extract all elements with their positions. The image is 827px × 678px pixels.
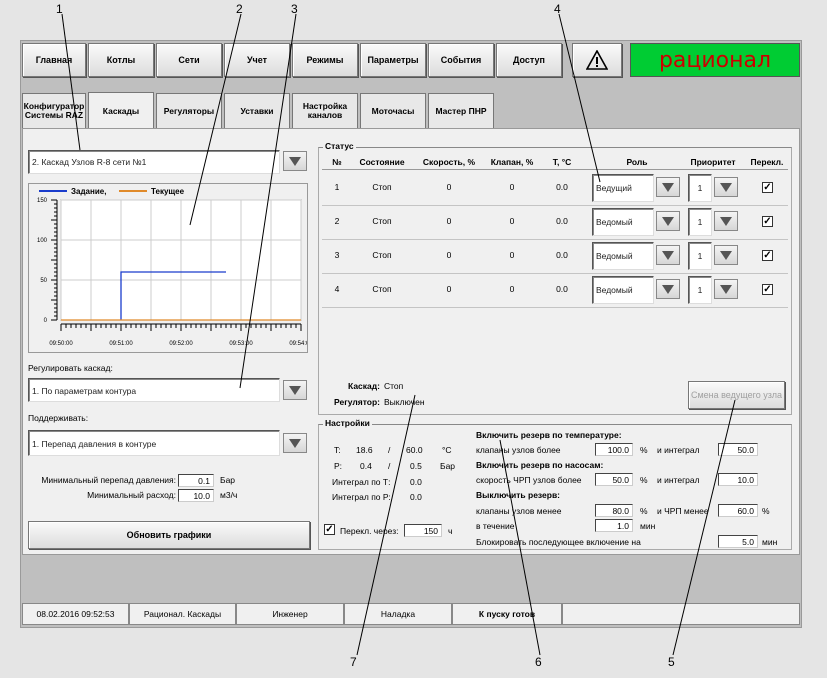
callout-5: 5 bbox=[668, 655, 675, 669]
callout-1: 1 bbox=[56, 2, 63, 16]
callout-2: 2 bbox=[236, 2, 243, 16]
callout-7: 7 bbox=[350, 655, 357, 669]
callout-lines bbox=[61, 13, 736, 656]
callout-6: 6 bbox=[535, 655, 542, 669]
callout-4: 4 bbox=[554, 2, 561, 16]
callout-3: 3 bbox=[291, 2, 298, 16]
